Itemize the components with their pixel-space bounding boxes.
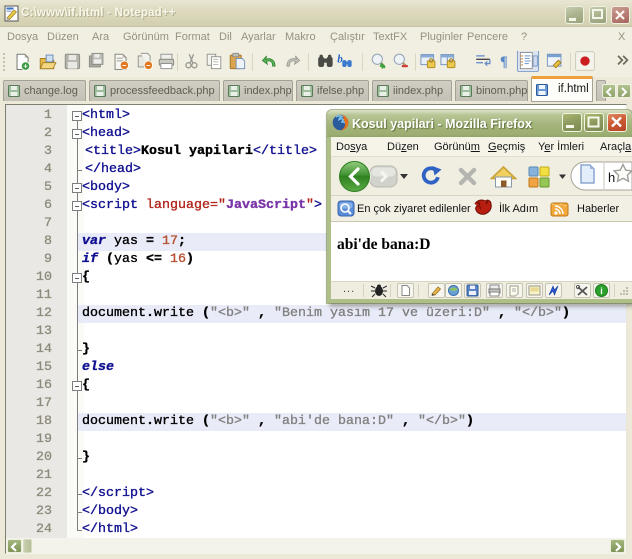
svg-text:i: i [600, 286, 603, 296]
svg-text:−: − [122, 61, 127, 70]
svg-text:¶: ¶ [500, 54, 508, 70]
svg-text:−: − [146, 61, 151, 70]
svg-text:h: h [608, 170, 615, 185]
svg-text:+: + [23, 62, 28, 71]
